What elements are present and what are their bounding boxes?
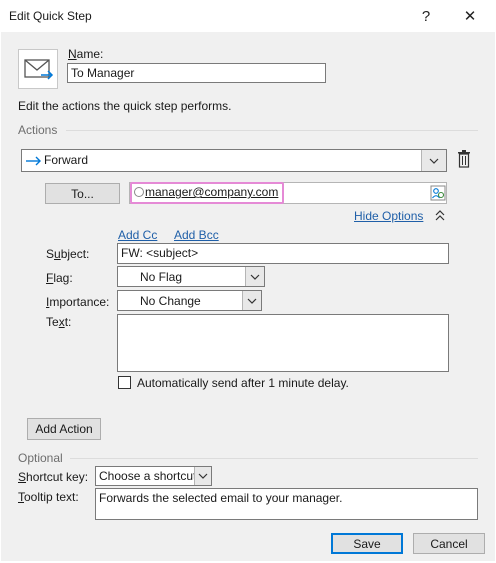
forward-arrow-icon — [26, 156, 41, 166]
flag-dropdown[interactable]: No Flag — [117, 266, 265, 287]
name-label: Name: — [68, 47, 104, 61]
quick-step-icon-box[interactable] — [18, 49, 58, 89]
add-action-button[interactable]: Add Action — [27, 418, 101, 440]
action-type-value: Forward — [44, 153, 89, 167]
tooltip-text-label: Tooltip text: — [18, 490, 79, 504]
auto-send-checkbox[interactable] — [118, 376, 131, 389]
shortcut-key-dropdown[interactable]: Choose a shortcut — [95, 466, 212, 486]
description-text: Edit the actions the quick step performs… — [18, 99, 232, 113]
delete-action-button[interactable] — [456, 150, 474, 170]
auto-send-label: Automatically send after 1 minute delay. — [137, 376, 349, 390]
cancel-button-label: Cancel — [430, 536, 468, 551]
flag-label: Flag: — [46, 271, 73, 285]
tooltip-text-input[interactable]: Forwards the selected email to your mana… — [95, 488, 478, 520]
importance-label: Importance: — [46, 295, 110, 309]
flag-value: No Flag — [140, 270, 183, 284]
presence-icon — [134, 187, 144, 197]
recipient-token[interactable]: manager@company.com — [145, 185, 278, 199]
text-label: Text: — [46, 315, 72, 329]
text-area[interactable] — [117, 314, 449, 372]
importance-dropdown[interactable]: No Change — [117, 290, 262, 311]
actions-separator — [66, 130, 478, 131]
subject-label: Subject: — [46, 247, 90, 261]
actions-section-label: Actions — [18, 123, 58, 137]
add-cc-link[interactable]: Add Cc — [118, 228, 157, 242]
chevron-down-icon — [245, 267, 264, 286]
importance-value: No Change — [140, 294, 201, 308]
to-button[interactable]: To... — [45, 183, 120, 204]
optional-section-label: Optional — [18, 451, 63, 465]
chevron-down-icon — [421, 150, 446, 171]
title-bar: Edit Quick Step ? ✕ — [0, 0, 496, 32]
action-type-dropdown[interactable]: Forward — [21, 149, 447, 172]
chevron-down-icon — [194, 467, 211, 485]
to-button-label: To... — [71, 186, 94, 201]
address-book-icon[interactable] — [430, 185, 446, 201]
trash-icon — [458, 150, 470, 168]
cancel-button[interactable]: Cancel — [413, 533, 485, 554]
shortcut-key-label: Shortcut key: — [18, 470, 89, 484]
hide-options-link[interactable]: Hide Options — [354, 209, 423, 223]
close-button[interactable]: ✕ — [448, 0, 492, 32]
window-title: Edit Quick Step — [9, 9, 92, 23]
save-button[interactable]: Save — [331, 533, 403, 554]
subject-input[interactable]: FW: <subject> — [117, 243, 449, 264]
name-input[interactable]: To Manager — [67, 63, 326, 83]
chevron-up-icon[interactable] — [435, 210, 445, 222]
optional-separator — [70, 458, 478, 459]
envelope-icon — [24, 59, 54, 80]
chevron-down-icon — [242, 291, 261, 310]
add-bcc-link[interactable]: Add Bcc — [174, 228, 219, 242]
help-button[interactable]: ? — [404, 0, 448, 32]
add-action-label: Add Action — [35, 422, 93, 436]
save-button-label: Save — [353, 536, 381, 551]
shortcut-key-value: Choose a shortcut — [99, 469, 197, 483]
